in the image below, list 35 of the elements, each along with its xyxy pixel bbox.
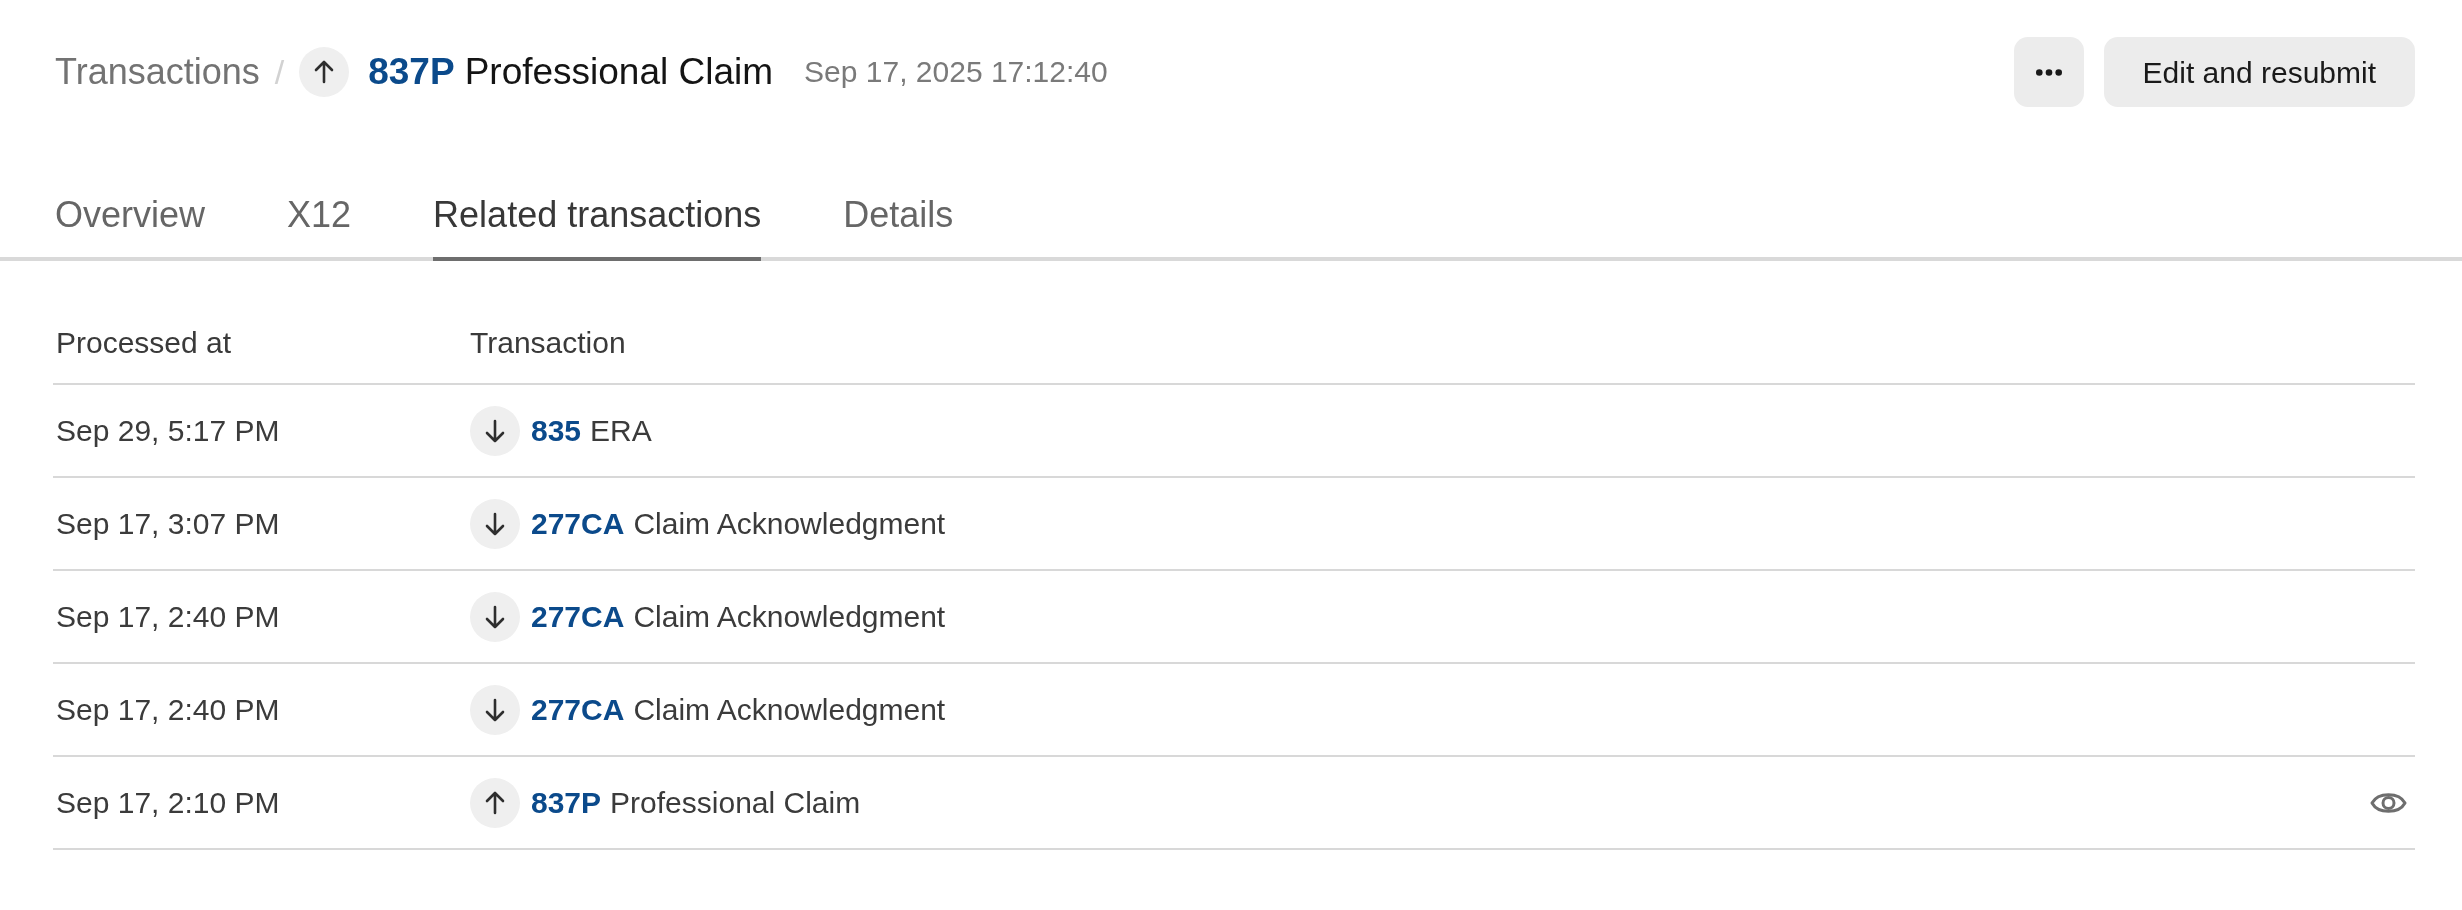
processed-time: Sep 29, 5:17 PM (55, 412, 281, 449)
transaction-name: Claim Acknowledgment (633, 598, 946, 635)
transaction-name: Claim Acknowledgment (633, 505, 946, 542)
arrow-up-icon (299, 47, 350, 97)
edit-resubmit-button[interactable]: Edit and resubmit (2103, 37, 2415, 107)
column-header: Processed at (55, 325, 233, 362)
arrow-down-icon (470, 498, 520, 549)
transaction-name: Claim Acknowledgment (633, 691, 946, 728)
more-icon (2035, 68, 2062, 76)
transaction-code: 835 (531, 412, 582, 449)
transaction-code: 277CA (531, 505, 625, 542)
transaction-code: 277CA (531, 598, 625, 635)
timestamp: Sep 17, 2025 17:12:40 (804, 54, 1108, 90)
transaction-name: Professional Claim (610, 784, 861, 821)
breadcrumb-link[interactable]: Transactions (55, 50, 260, 94)
processed-time: Sep 17, 2:40 PM (55, 691, 281, 728)
transaction-name: ERA (590, 412, 652, 449)
breadcrumb-separator: / (274, 51, 285, 93)
arrow-down-icon (470, 591, 520, 642)
tab[interactable]: Details (843, 193, 954, 262)
arrow-down-icon (470, 684, 520, 735)
arrow-up-icon (470, 777, 520, 828)
arrow-down-icon (470, 405, 520, 456)
tab[interactable]: X12 (287, 193, 352, 262)
transaction-code: 837P (368, 49, 455, 94)
tab[interactable]: Overview (55, 193, 206, 262)
processed-time: Sep 17, 3:07 PM (55, 505, 281, 542)
processed-time: Sep 17, 2:10 PM (55, 784, 281, 821)
transaction-code: 277CA (531, 691, 625, 728)
page-title: Professional Claim (464, 49, 774, 94)
more-button[interactable] (2013, 37, 2084, 107)
tab[interactable]: Related transactions (433, 193, 762, 262)
processed-time: Sep 17, 2:40 PM (55, 598, 281, 635)
column-header: Transaction (470, 325, 626, 362)
transaction-code: 837P (531, 784, 602, 821)
